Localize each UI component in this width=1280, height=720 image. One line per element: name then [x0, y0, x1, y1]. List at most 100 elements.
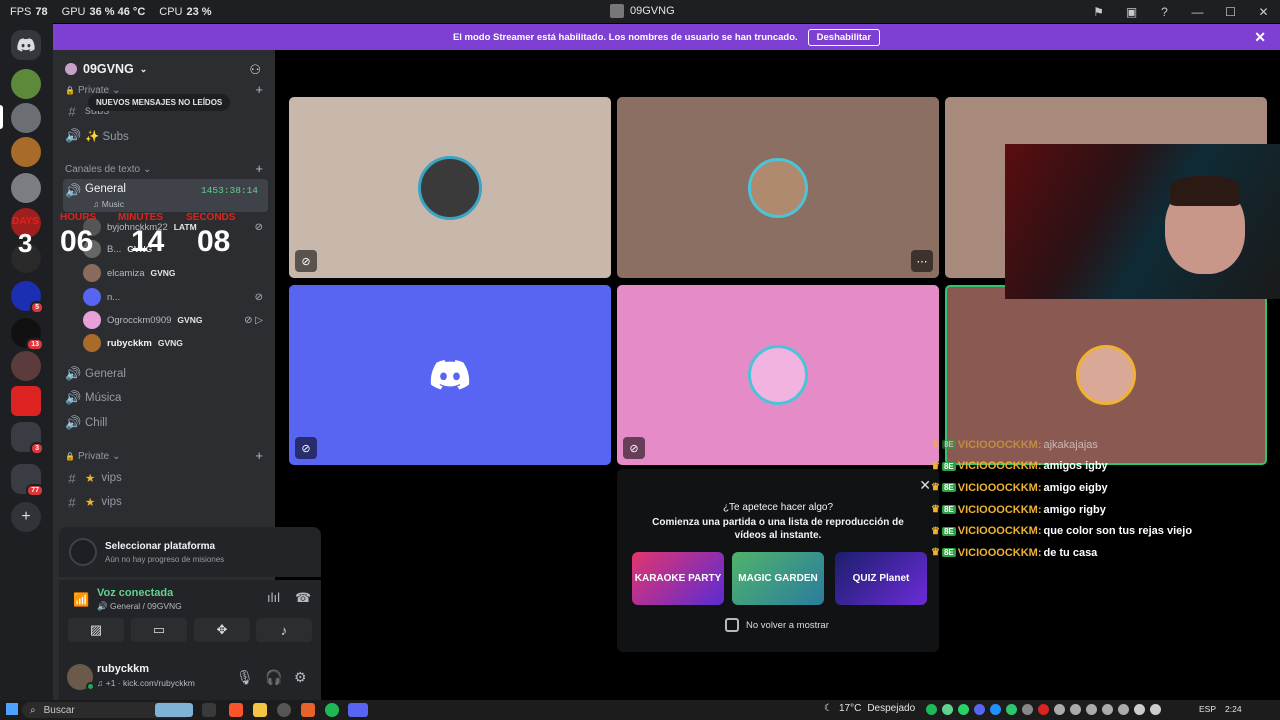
gear-icon[interactable]: ⚙ — [294, 669, 307, 686]
channel-subs-voice[interactable]: 🔊 ✨ Subs — [63, 125, 268, 147]
close-icon[interactable]: ✕ — [1254, 29, 1266, 46]
app-icon[interactable] — [301, 703, 315, 717]
guild-icon — [65, 63, 77, 75]
dont-show-again-checkbox[interactable] — [725, 618, 739, 632]
camera-toggle-button[interactable]: ▨ — [68, 618, 124, 642]
disconnect-icon[interactable]: ☎ — [295, 590, 311, 606]
voice-user[interactable]: rubyckkm GVNG — [83, 333, 263, 353]
add-channel-icon[interactable]: + — [255, 448, 263, 463]
star-icon: ★ — [85, 473, 96, 485]
speaker-icon: 🔊 — [65, 415, 82, 430]
chat-message: ♛ 8E VICIOOOCKKM: de tu casa — [931, 546, 1098, 559]
add-channel-icon[interactable]: + — [255, 82, 263, 97]
video-tile[interactable]: ⊘ — [617, 285, 939, 465]
quest-panel[interactable]: Seleccionar plataforma Aún no hay progre… — [59, 527, 321, 577]
chat-message: ♛ 8E VICIOOOCKKM: amigo rigby — [931, 503, 1106, 516]
crown-icon: ♛ — [931, 439, 940, 451]
lock-icon: 🔒 — [65, 452, 75, 461]
server-folder[interactable]: 3 — [11, 422, 44, 455]
system-tray[interactable] — [926, 704, 1161, 715]
spotify-icon[interactable] — [325, 703, 339, 717]
screen-share-button[interactable]: ▭ — [131, 618, 187, 642]
signal-icon[interactable]: 📶 — [73, 592, 89, 608]
server-icon-frog[interactable] — [11, 69, 41, 99]
help-icon[interactable]: ? — [1148, 0, 1181, 23]
game-card-karaoke[interactable]: KARAOKE PARTY — [632, 552, 724, 605]
stream-chat-overlay: ♛ 8E VICIOOOCKKM: ajkakajajas ♛ 8E VICIOOOC… — [931, 434, 1280, 564]
language-indicator[interactable]: ESP — [1199, 704, 1216, 714]
noise-suppression-icon[interactable]: ılıl — [267, 590, 280, 605]
voice-user[interactable]: n... ⊘ — [83, 287, 263, 307]
muted-icon: ⊘ ▷ — [244, 314, 263, 326]
avatar — [83, 311, 101, 329]
sub-badge-icon: 8E — [941, 461, 956, 471]
server-folder-2[interactable]: 77 — [11, 464, 44, 497]
channel-vips-2[interactable]: # ★ vips — [63, 491, 268, 513]
microphone-icon[interactable]: 🎙 — [236, 669, 254, 686]
channel-general1[interactable]: 🔊 General — [63, 363, 268, 385]
maximize-button[interactable]: ☐ — [1214, 0, 1247, 23]
channel-chill[interactable]: 🔊 Chill — [63, 412, 268, 434]
voice-user[interactable]: elcamiza GVNG — [83, 263, 263, 283]
avatar — [83, 334, 101, 352]
category-private-bottom[interactable]: 🔒 Private ⌄ — [65, 451, 120, 462]
server-icon-group[interactable] — [11, 173, 41, 203]
muted-icon: ⊘ — [295, 437, 317, 459]
hashtag-icon: # — [68, 470, 76, 486]
add-server-icon[interactable]: + — [11, 502, 41, 532]
task-view-icon[interactable] — [202, 703, 216, 717]
call-timer: 1453:38:14 — [200, 185, 258, 196]
video-tile[interactable]: ⊘ — [289, 285, 611, 465]
close-window-button[interactable]: ✕ — [1247, 0, 1280, 23]
activities-button[interactable]: ✥ — [194, 618, 250, 642]
disable-streamer-mode-button[interactable]: Deshabilitar — [807, 28, 881, 46]
server-icon-flag[interactable] — [11, 386, 41, 416]
video-tile[interactable]: ⋯ — [617, 97, 939, 278]
hashtag-icon: # — [68, 494, 76, 510]
soundboard-button[interactable]: ♪ — [256, 618, 312, 642]
video-tile[interactable]: ⊘ — [289, 97, 611, 278]
game-card-quiz-planet[interactable]: QUIZ Planet — [835, 552, 927, 605]
headphones-icon[interactable]: 🎧 — [265, 669, 282, 686]
server-icon-blue[interactable]: 5 — [11, 281, 44, 314]
category-text-channels[interactable]: Canales de texto ⌄ — [65, 164, 151, 175]
muted-icon: ⊘ — [254, 221, 263, 233]
minimize-button[interactable]: — — [1181, 0, 1214, 23]
file-explorer-icon[interactable] — [253, 703, 267, 717]
windows-start-icon[interactable] — [6, 703, 18, 715]
muted-icon: ⊘ — [254, 291, 263, 303]
channel-vips-1[interactable]: # ★ vips — [63, 467, 268, 489]
channel-general-voice[interactable]: 🔊 General 1453:38:14 ♫ Music — [63, 179, 268, 212]
lock-icon: 🔒 — [65, 86, 75, 95]
discord-home-icon[interactable] — [11, 30, 41, 60]
brave-browser-icon[interactable] — [229, 703, 243, 717]
speaker-icon: 🔊 — [65, 390, 82, 405]
server-icon-dark[interactable]: 13 — [11, 318, 44, 351]
discord-taskbar-icon[interactable] — [348, 703, 368, 717]
close-icon[interactable]: ✕ — [919, 477, 931, 494]
muted-icon: ⊘ — [295, 250, 317, 272]
server-icon-photo[interactable] — [11, 351, 41, 381]
weather-widget[interactable]: ☾ 17°C Despejado — [824, 703, 915, 714]
channel-sidebar: 09GVNG ⌄ ⚇ 🔒 Private ⌄ + # subs NUEVOS M… — [53, 50, 321, 700]
clock[interactable]: 2:24 — [1225, 704, 1242, 714]
hashtag-icon: # — [68, 103, 76, 119]
notifications-icon[interactable]: ▣ — [1115, 0, 1148, 23]
title-bar: FPS 78 GPU 36 % 46 °C CPU 23 % 09GVNG ⚑ ▣ ?… — [0, 0, 1280, 23]
add-channel-icon[interactable]: + — [255, 161, 263, 176]
voice-user[interactable]: Ogrocckm0909 GVNG ⊘ ▷ — [83, 310, 263, 330]
channel-musica[interactable]: 🔊 Música — [63, 387, 268, 409]
server-icon-rubyckkm[interactable] — [11, 137, 41, 167]
direct-messages-stack[interactable] — [11, 103, 41, 133]
chat-message: ♛ 8E VICIOOOCKKM: ajkakajajas — [931, 438, 1098, 451]
chat-message: ♛ 8E VICIOOOCKKM: amigos igby — [931, 460, 1108, 473]
unread-badge: 3 — [30, 442, 44, 455]
guild-header[interactable]: 09GVNG ⌄ — [65, 62, 147, 76]
more-options-icon[interactable]: ⋯ — [911, 250, 933, 272]
obs-icon[interactable] — [277, 703, 291, 717]
inbox-flag-icon[interactable]: ⚑ — [1082, 0, 1115, 23]
invite-people-icon[interactable]: ⚇ — [249, 62, 261, 78]
game-card-magic-garden[interactable]: MAGIC GARDEN — [732, 552, 824, 605]
server-list: 5 13 3 77 + — [0, 23, 53, 700]
new-messages-pill[interactable]: NUEVOS MENSAJES NO LEÍDOS — [88, 94, 231, 111]
